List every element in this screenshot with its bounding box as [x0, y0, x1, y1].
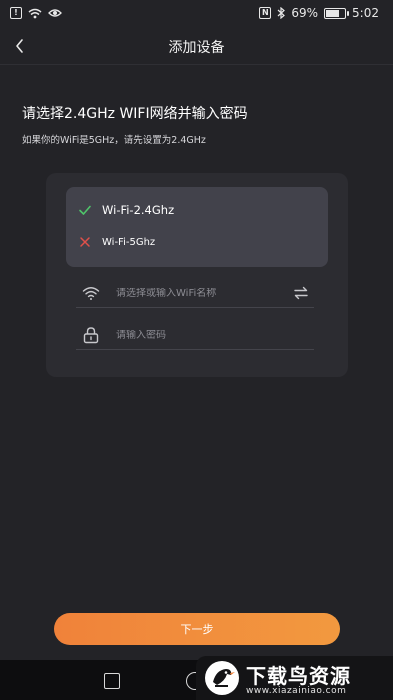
nfc-icon: N — [259, 7, 272, 19]
watermark-url: www.xiazainiao.com — [246, 686, 347, 696]
password-input[interactable] — [116, 329, 314, 341]
top-bar: 添加设备 — [0, 28, 393, 64]
bird-logo-icon — [205, 661, 239, 695]
network-option-label: Wi-Fi-2.4Ghz — [102, 203, 175, 217]
check-icon — [79, 205, 91, 215]
status-time: 5:02 — [352, 6, 379, 20]
eye-icon — [48, 9, 62, 17]
watermark: 下载鸟资源 www.xiazainiao.com — [196, 656, 393, 700]
wifi-name-field — [76, 279, 314, 308]
status-bar: ! N 69% 5:02 — [0, 0, 393, 28]
network-option-list: Wi-Fi-2.4Ghz Wi-Fi-5Ghz — [66, 187, 328, 267]
password-field — [76, 321, 314, 350]
wifi-form-card: Wi-Fi-2.4Ghz Wi-Fi-5Ghz — [46, 173, 348, 377]
cross-icon — [80, 237, 90, 247]
watermark-text: 下载鸟资源 — [246, 664, 351, 688]
page-title: 添加设备 — [168, 40, 225, 56]
network-option-5ghz[interactable]: Wi-Fi-5Ghz — [66, 225, 328, 259]
status-right-icons: N 69% 5:02 — [259, 6, 379, 20]
lock-icon — [83, 327, 99, 344]
battery-icon — [324, 7, 350, 19]
alert-icon: ! — [10, 7, 22, 19]
network-option-2-4ghz[interactable]: Wi-Fi-2.4Ghz — [66, 193, 328, 227]
network-option-label: Wi-Fi-5Ghz — [102, 236, 156, 248]
wifi-icon — [82, 287, 100, 300]
next-step-button[interactable]: 下一步 — [54, 613, 340, 645]
swap-icon[interactable] — [292, 284, 310, 302]
header-divider — [0, 64, 393, 65]
instruction-heading: 请选择2.4GHz WIFI网络并输入密码 — [22, 106, 248, 122]
status-left-icons: ! — [10, 7, 62, 19]
wifi-status-icon — [28, 8, 42, 18]
recent-apps-icon[interactable] — [104, 673, 120, 689]
bluetooth-icon — [277, 7, 286, 19]
battery-percent: 69% — [291, 6, 319, 20]
wifi-name-input[interactable] — [116, 287, 292, 299]
instruction-subheading: 如果你的WiFi是5GHz，请先设置为2.4GHz — [22, 135, 206, 146]
